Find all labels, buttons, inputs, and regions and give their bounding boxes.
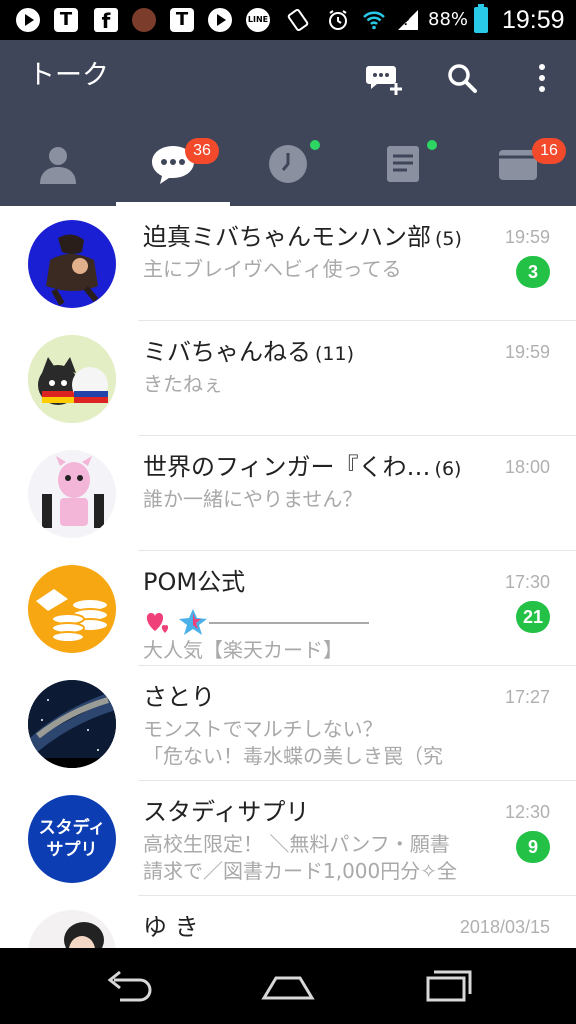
tab-friends[interactable]	[0, 132, 115, 206]
clock-icon	[268, 145, 307, 183]
tab-news[interactable]	[345, 132, 460, 206]
chat-row[interactable]: スタディ サプリ スタディサプリ 12:30 高校生限定！ ＼無料パンフ・願書 …	[0, 781, 576, 896]
unread-badge: 3	[516, 256, 550, 288]
play-icon	[208, 8, 232, 32]
heart-star-emoji-icon	[146, 609, 369, 635]
battery-percent: 88%	[428, 9, 469, 30]
chat-name: スタディサプリ	[143, 798, 310, 826]
chat-preview: 誰か一緒にやりません？	[143, 487, 363, 511]
chat-row[interactable]: さとり 17:27 モンストでマルチしない？ 「危ない！毒水蝶の美しき罠（究	[0, 666, 576, 781]
chat-time: 12:30	[504, 802, 550, 822]
chat-preview: モンストでマルチしない？	[143, 717, 383, 741]
notification-dot	[310, 140, 320, 150]
t-app-icon: T	[54, 8, 78, 32]
no-sim-icon: ?	[398, 10, 418, 30]
avatar[interactable]	[28, 910, 116, 948]
chat-preview: 大人気【楽天カード】	[143, 638, 343, 662]
back-icon[interactable]	[98, 962, 158, 1010]
avatar[interactable]	[28, 565, 116, 653]
tab-timeline[interactable]	[230, 132, 345, 206]
chat-time: 19:59	[504, 227, 550, 247]
chat-preview: きたねぇ	[143, 372, 223, 396]
tab-wallet[interactable]: 16	[460, 132, 575, 206]
t-app-icon: T	[170, 8, 194, 32]
chat-time: 2018/03/15	[459, 917, 550, 937]
more-icon[interactable]	[520, 56, 564, 100]
chat-name: 世界のフィンガー『くわ… (6)	[143, 453, 462, 481]
rotate-icon	[287, 8, 309, 32]
chat-time: 17:27	[504, 687, 550, 707]
chat-name: 迫真ミバちゃんモンハン部 (5)	[143, 223, 462, 251]
avatar[interactable]: スタディ サプリ	[28, 795, 116, 883]
facebook-icon: f	[94, 8, 118, 33]
chat-preview: 主にブレイヴヘビィ使ってる	[143, 257, 402, 281]
chat-time: 19:59	[504, 342, 550, 362]
alarm-icon	[329, 10, 347, 30]
search-icon[interactable]	[440, 56, 484, 100]
tab-talk[interactable]: 36	[115, 132, 230, 206]
status-time: 19:59	[502, 6, 565, 34]
system-nav-bar	[0, 948, 576, 1024]
line-icon: LINE	[246, 8, 270, 32]
app-header: トーク 36 16	[0, 40, 576, 206]
chat-preview-emoji	[143, 605, 493, 635]
news-icon	[386, 146, 419, 182]
unread-badge: 21	[516, 601, 550, 633]
status-bar: T f T LINE ? 88% 19:59	[0, 0, 576, 40]
member-count: (11)	[315, 343, 355, 365]
play-icon	[16, 8, 40, 32]
battery-icon	[474, 4, 488, 33]
studysapuri-logo: スタディ サプリ	[38, 818, 106, 860]
chat-row[interactable]: ミバちゃんねる (11) 19:59 きたねぇ	[0, 321, 576, 436]
chat-time: 17:30	[504, 572, 550, 592]
chat-time: 18:00	[504, 457, 550, 477]
chat-row[interactable]: ゆ き 2018/03/15	[0, 896, 576, 948]
chat-name: ミバちゃんねる (11)	[143, 338, 355, 366]
chat-name: さとり	[143, 683, 215, 711]
chat-row[interactable]: 迫真ミバちゃんモンハン部 (5) 19:59 主にブレイヴヘビィ使ってる 3	[0, 206, 576, 321]
chat-list[interactable]: 迫真ミバちゃんモンハン部 (5) 19:59 主にブレイヴヘビィ使ってる 3 ミバ…	[0, 206, 576, 948]
chat-name: POM公式	[143, 568, 246, 596]
chat-preview: 「危ない！毒水蝶の美しき罠（究	[143, 744, 443, 768]
chat-preview: 請求で／図書カード1,000円分✧全	[143, 859, 458, 883]
member-count: (5)	[435, 228, 462, 250]
chat-row[interactable]: POM公式 17:30 大人気【楽天カード】 21	[0, 551, 576, 666]
person-icon	[39, 147, 76, 184]
avatar[interactable]	[28, 450, 116, 538]
tab-badge: 16	[532, 138, 566, 164]
chat-name: ゆ き	[143, 913, 199, 941]
avatar[interactable]	[28, 680, 116, 768]
recents-icon[interactable]	[418, 962, 478, 1010]
notification-dot	[427, 140, 437, 150]
svg-text:?: ?	[402, 13, 410, 28]
home-icon[interactable]	[258, 962, 318, 1010]
chat-row[interactable]: 世界のフィンガー『くわ… (6) 18:00 誰か一緒にやりません？	[0, 436, 576, 551]
tab-badge: 36	[185, 138, 219, 164]
chat-preview: 高校生限定！ ＼無料パンフ・願書	[143, 832, 450, 856]
member-count: (6)	[434, 458, 462, 480]
new-chat-icon[interactable]	[362, 56, 406, 100]
wifi-icon	[363, 11, 385, 30]
avatar[interactable]	[28, 335, 116, 423]
avatar-icon	[132, 8, 156, 32]
unread-badge: 9	[516, 831, 550, 863]
page-title: トーク	[28, 60, 109, 91]
avatar[interactable]	[28, 220, 116, 308]
